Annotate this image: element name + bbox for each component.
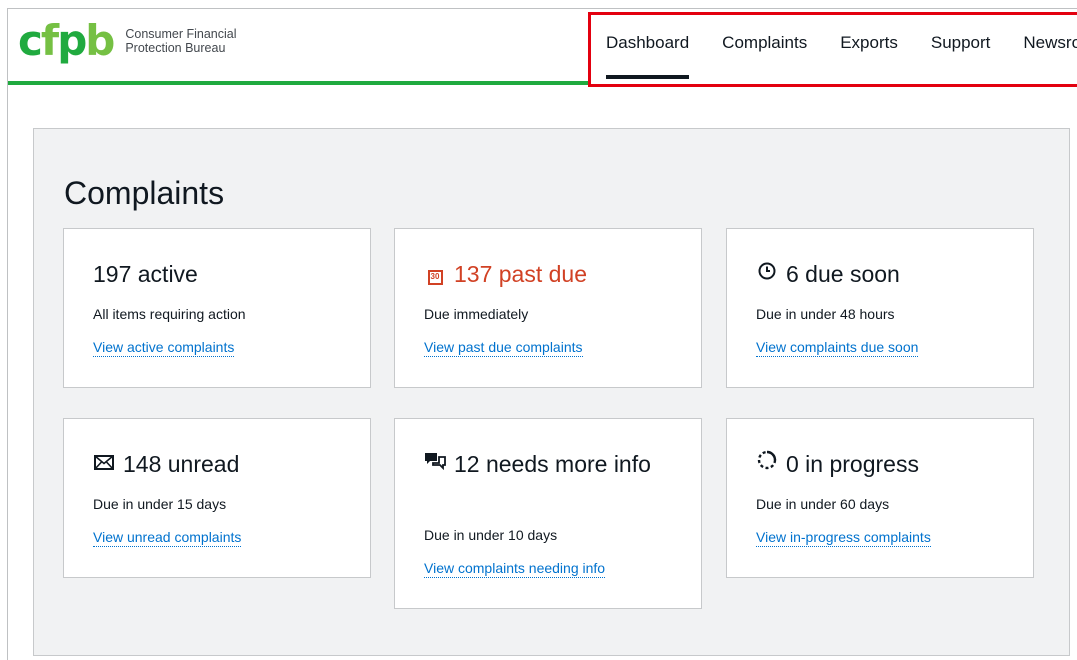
card-description: Due in under 60 days: [756, 496, 890, 512]
card-count-label: 148 unread: [123, 451, 240, 477]
nav-item-exports[interactable]: Exports: [840, 33, 898, 79]
logo-line-2: Protection Bureau: [125, 41, 226, 55]
card-head: 6 due soon: [756, 259, 1013, 289]
card-count-label: 197 active: [93, 261, 198, 287]
card-description: Due immediately: [424, 306, 529, 322]
view-active-link[interactable]: View active complaints: [93, 339, 235, 357]
card-past-due: 30 137 past due Due immediately View past…: [394, 228, 702, 388]
card-needs-info: 12 needs more info Due in under 10 days …: [394, 418, 702, 609]
logo-line-1: Consumer Financial: [125, 27, 237, 41]
card-due-soon: 6 due soon Due in under 48 hours View co…: [726, 228, 1034, 388]
view-unread-link[interactable]: View unread complaints: [93, 529, 242, 547]
view-past-due-link[interactable]: View past due complaints: [424, 339, 583, 357]
view-due-soon-link[interactable]: View complaints due soon: [756, 339, 919, 357]
card-description: Due in under 10 days: [424, 527, 558, 543]
nav-highlight-box: Dashboard Complaints Exports Support New…: [588, 12, 1077, 87]
complaints-panel: Complaints 197 active All items requirin…: [33, 128, 1070, 656]
card-description: Due in under 48 hours: [756, 306, 895, 322]
card-head: 0 in progress: [756, 449, 1013, 479]
logo-mark: cfpb: [18, 16, 115, 65]
card-unread: 148 unread Due in under 15 days View unr…: [63, 418, 371, 578]
clock-icon: [756, 259, 778, 289]
card-count-label: 137 past due: [454, 261, 588, 287]
logo-text: Consumer Financial Protection Bureau: [125, 27, 236, 55]
card-head: 12 needs more info: [424, 449, 681, 479]
main-nav: Dashboard Complaints Exports Support New…: [606, 33, 1077, 79]
card-active: 197 active All items requiring action Vi…: [63, 228, 371, 388]
card-head: 148 unread: [93, 449, 350, 479]
card-count-label: 0 in progress: [786, 451, 919, 477]
envelope-icon: [93, 449, 115, 479]
view-needs-info-link[interactable]: View complaints needing info: [424, 560, 606, 578]
calendar-icon: 30: [424, 259, 446, 289]
card-count-label: 12 needs more info: [454, 451, 651, 477]
chat-bubbles-icon: [424, 449, 446, 479]
header-accent-rule: [8, 81, 590, 85]
card-description: Due in under 15 days: [93, 496, 227, 512]
view-in-progress-link[interactable]: View in-progress complaints: [756, 529, 931, 547]
card-in-progress: 0 in progress Due in under 60 days View …: [726, 418, 1034, 578]
card-count-label: 6 due soon: [786, 261, 900, 287]
in-progress-icon: [756, 449, 778, 479]
cfpb-logo[interactable]: cfpb Consumer Financial Protection Burea…: [18, 20, 237, 62]
card-description: All items requiring action: [93, 306, 246, 322]
nav-item-newsroom[interactable]: Newsroom: [1023, 33, 1077, 79]
panel-title: Complaints: [64, 175, 225, 211]
nav-item-dashboard[interactable]: Dashboard: [606, 33, 690, 79]
nav-item-complaints[interactable]: Complaints: [722, 33, 807, 79]
nav-item-support[interactable]: Support: [931, 33, 991, 79]
card-head: 30 137 past due: [424, 259, 681, 289]
